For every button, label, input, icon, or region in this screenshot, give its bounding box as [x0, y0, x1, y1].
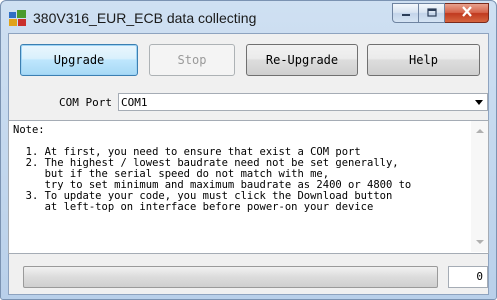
count-field: 0 [448, 266, 488, 288]
minimize-button[interactable] [392, 3, 419, 23]
com-port-value: COM1 [121, 96, 148, 109]
notes-text: Note: 1. At first, you need to ensure th… [13, 125, 412, 213]
vertical-scrollbar[interactable] [471, 121, 488, 252]
chevron-down-icon [475, 100, 483, 105]
window-title: 380V316_EUR_ECB data collecting [33, 10, 257, 26]
close-button[interactable] [445, 3, 489, 23]
minimize-icon [401, 4, 411, 22]
app-window: 380V316_EUR_ECB data collecting Upgrade … [0, 0, 497, 300]
scroll-down-icon[interactable] [476, 240, 484, 244]
stop-button[interactable]: Stop [149, 44, 235, 76]
com-port-select[interactable]: COM1 [118, 93, 488, 111]
progress-bar [23, 266, 438, 288]
close-icon [461, 4, 473, 22]
help-button[interactable]: Help [367, 44, 480, 76]
com-port-label: COM Port [59, 96, 112, 109]
scroll-up-icon[interactable] [476, 129, 484, 133]
upgrade-button[interactable]: Upgrade [20, 44, 138, 76]
app-icon [9, 10, 27, 26]
reupgrade-button[interactable]: Re-Upgrade [246, 44, 358, 76]
notes-textarea[interactable]: Note: 1. At first, you need to ensure th… [8, 120, 489, 254]
maximize-button[interactable] [419, 3, 445, 23]
maximize-icon [426, 4, 437, 22]
title-bar[interactable]: 380V316_EUR_ECB data collecting [1, 1, 496, 33]
caption-buttons [392, 3, 489, 23]
count-value: 0 [476, 270, 483, 283]
